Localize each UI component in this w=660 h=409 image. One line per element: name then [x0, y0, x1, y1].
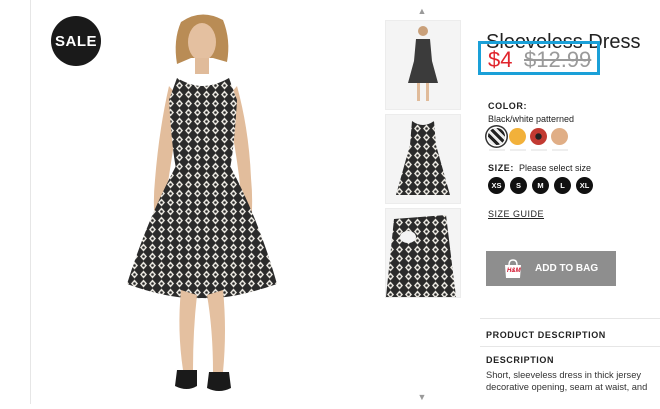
original-price: $12.99 [524, 47, 592, 72]
swatch-yellow[interactable] [509, 128, 526, 151]
thumbnail-scroll-up-icon[interactable]: ▲ [383, 6, 461, 16]
swatch-beige[interactable] [551, 128, 568, 151]
thumbnail-dress-image [396, 121, 450, 195]
size-label: SIZE: [488, 163, 515, 173]
size-xs-button[interactable]: XS [488, 177, 505, 194]
section-divider [480, 318, 660, 319]
shopping-bag-icon: H&M [502, 258, 524, 279]
size-l-button[interactable]: L [554, 177, 571, 194]
size-s-button[interactable]: S [510, 177, 527, 194]
selected-color-name: Black/white patterned [488, 114, 575, 124]
size-options: XS S M L XL [488, 177, 593, 194]
thumbnail-3[interactable] [385, 208, 461, 298]
color-swatches [488, 128, 568, 151]
thumbnail-model-image [408, 26, 438, 101]
sale-price: $4 [488, 47, 513, 72]
main-product-image[interactable]: SALE [31, 0, 373, 404]
description-text: Short, sleeveless dress in thick jersey … [486, 370, 648, 392]
color-label: COLOR: [488, 101, 528, 111]
thumbnail-strip: ▲ ▼ [383, 0, 461, 404]
size-hint: Please select size [519, 163, 592, 173]
thumbnail-detail-image [386, 215, 456, 297]
add-to-bag-button[interactable]: H&M ADD TO BAG [486, 251, 616, 286]
product-info-panel: Sleeveless Dress $4 $12.99 COLOR: Black/… [478, 0, 660, 404]
brand-logo-text: H&M [507, 267, 521, 274]
thumbnail-scroll-down-icon[interactable]: ▼ [383, 392, 461, 402]
sale-badge: SALE [51, 16, 101, 66]
add-to-bag-label: ADD TO BAG [535, 263, 599, 274]
size-guide-link[interactable]: SIZE GUIDE [488, 209, 544, 219]
size-xl-button[interactable]: XL [576, 177, 593, 194]
size-m-button[interactable]: M [532, 177, 549, 194]
product-description-title: PRODUCT DESCRIPTION [486, 330, 606, 340]
thumbnail-1[interactable] [385, 20, 461, 110]
thumbnail-2[interactable] [385, 114, 461, 204]
description-heading: DESCRIPTION [486, 355, 555, 365]
section-divider [480, 346, 660, 347]
swatch-red-patterned[interactable] [530, 128, 547, 151]
swatch-black-white-patterned[interactable] [488, 128, 505, 151]
